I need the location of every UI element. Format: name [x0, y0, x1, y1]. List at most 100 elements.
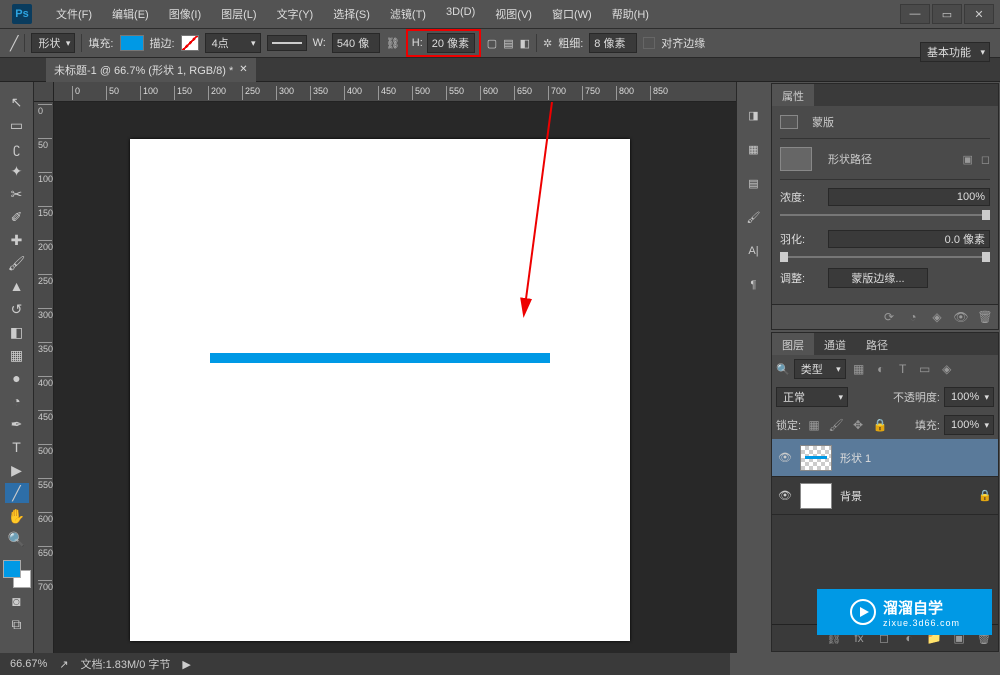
feather-input[interactable] [828, 230, 990, 248]
blur-tool[interactable]: ● [5, 368, 29, 388]
foreground-color[interactable] [3, 560, 21, 578]
paragraph-panel-icon[interactable]: ¶ [743, 276, 765, 294]
load-selection-icon[interactable]: ◔ [904, 309, 922, 325]
feather-slider[interactable] [780, 256, 990, 258]
filter-type-dropdown[interactable]: 类型 [794, 359, 846, 379]
filter-pixel-icon[interactable]: ▦ [850, 361, 868, 377]
filter-shape-icon[interactable]: ▭ [916, 361, 934, 377]
paths-tab[interactable]: 路径 [856, 333, 898, 355]
character-panel-icon[interactable]: A| [743, 242, 765, 260]
layer-item-background[interactable]: 👁 背景 🔒 [772, 477, 998, 515]
zoom-level[interactable]: 66.67% [10, 658, 47, 670]
eyedropper-tool[interactable]: ✐ [5, 207, 29, 227]
pen-tool[interactable]: ✒ [5, 414, 29, 434]
filter-smartobj-icon[interactable]: ◈ [938, 361, 956, 377]
close-tab-icon[interactable]: ✕ [239, 64, 247, 75]
shape-line[interactable] [210, 353, 550, 363]
canvas-viewport[interactable] [54, 102, 736, 653]
stroke-style-dropdown[interactable] [267, 35, 307, 51]
close-button[interactable]: ✕ [964, 4, 994, 24]
channels-tab[interactable]: 通道 [814, 333, 856, 355]
swatch-panel-icon[interactable]: ▤ [743, 174, 765, 192]
lock-position-icon[interactable]: ✥ [849, 417, 867, 433]
density-slider[interactable] [780, 214, 990, 216]
maximize-button[interactable]: ▭ [932, 4, 962, 24]
stroke-color-swatch[interactable] [181, 35, 199, 51]
invert-icon[interactable]: ⟳ [880, 309, 898, 325]
layers-tab[interactable]: 图层 [772, 333, 814, 355]
lock-paint-icon[interactable]: 🖌 [827, 417, 845, 433]
layer-thumbnail[interactable] [800, 445, 832, 471]
document-tab[interactable]: 未标题-1 @ 66.7% (形状 1, RGB/8) * ✕ [46, 58, 256, 82]
gear-icon[interactable]: ✲ [543, 37, 552, 50]
properties-tab[interactable]: 属性 [772, 84, 814, 106]
menu-filter[interactable]: 滤镜(T) [380, 6, 436, 22]
menu-3d[interactable]: 3D(D) [436, 6, 485, 22]
apply-icon[interactable]: ◈ [928, 309, 946, 325]
eraser-tool[interactable]: ◧ [5, 322, 29, 342]
menu-layer[interactable]: 图层(L) [211, 6, 266, 22]
delete-mask-icon[interactable]: 🗑 [976, 309, 994, 325]
healing-tool[interactable]: ✚ [5, 230, 29, 250]
screen-mode-toggle[interactable]: ⧉ [5, 614, 29, 634]
move-tool[interactable]: ↖ [5, 92, 29, 112]
workspace-selector[interactable]: 基本功能 [920, 42, 990, 62]
fill-opacity-input[interactable]: 100% [944, 415, 994, 435]
align-edges-checkbox[interactable] [643, 37, 655, 49]
menu-view[interactable]: 视图(V) [485, 6, 542, 22]
arrange-icon[interactable]: ◧ [520, 37, 530, 50]
pixel-mask-icon[interactable]: ▣ [962, 153, 972, 166]
crop-tool[interactable]: ✂ [5, 184, 29, 204]
toggle-mask-icon[interactable]: 👁 [952, 309, 970, 325]
menu-edit[interactable]: 编辑(E) [102, 6, 159, 22]
opacity-input[interactable]: 100% [944, 387, 994, 407]
brush-panel-icon[interactable]: 🖌 [743, 208, 765, 226]
doc-info[interactable]: 文档:1.83M/0 字节 [81, 656, 171, 672]
brush-tool[interactable]: 🖌 [5, 253, 29, 273]
status-arrow-icon[interactable]: ▶ [182, 658, 190, 671]
path-ops-icon[interactable]: ▢ [487, 37, 497, 50]
lasso-tool[interactable]: ʗ [5, 138, 29, 158]
marquee-tool[interactable]: ▭ [5, 115, 29, 135]
menu-type[interactable]: 文字(Y) [267, 6, 324, 22]
menu-image[interactable]: 图像(I) [159, 6, 211, 22]
stroke-width-dropdown[interactable]: 4点 [205, 33, 261, 53]
type-tool[interactable]: T [5, 437, 29, 457]
history-brush-tool[interactable]: ↺ [5, 299, 29, 319]
density-input[interactable] [828, 188, 990, 206]
shape-mode-dropdown[interactable]: 形状 [31, 33, 75, 53]
export-icon[interactable]: ↗ [59, 658, 68, 671]
visibility-icon[interactable]: 👁 [778, 451, 792, 464]
zoom-tool[interactable]: 🔍 [5, 529, 29, 549]
gradient-tool[interactable]: ▦ [5, 345, 29, 365]
height-input[interactable] [427, 33, 475, 53]
align-icon[interactable]: ▤ [503, 37, 513, 50]
visibility-icon[interactable]: 👁 [778, 489, 792, 502]
width-input[interactable] [332, 33, 380, 53]
wand-tool[interactable]: ✦ [5, 161, 29, 181]
menu-select[interactable]: 选择(S) [323, 6, 380, 22]
menu-file[interactable]: 文件(F) [46, 6, 102, 22]
fill-color-swatch[interactable] [120, 35, 144, 51]
weight-input[interactable] [589, 33, 637, 53]
dodge-tool[interactable]: ◔ [5, 391, 29, 411]
hand-tool[interactable]: ✋ [5, 506, 29, 526]
filter-type-icon[interactable]: T [894, 361, 912, 377]
menu-window[interactable]: 窗口(W) [542, 6, 602, 22]
lock-all-icon[interactable]: 🔒 [871, 417, 889, 433]
minimize-button[interactable]: — [900, 4, 930, 24]
history-panel-icon[interactable]: ◨ [743, 106, 765, 124]
link-icon[interactable]: ⛓ [386, 37, 400, 50]
lock-transparency-icon[interactable]: ▦ [805, 417, 823, 433]
color-panel-icon[interactable]: ▦ [743, 140, 765, 158]
menu-help[interactable]: 帮助(H) [602, 6, 659, 22]
filter-adjust-icon[interactable]: ◐ [872, 361, 890, 377]
line-tool[interactable]: ╱ [5, 483, 29, 503]
layer-item-shape1[interactable]: 👁 形状 1 [772, 439, 998, 477]
color-picker[interactable] [3, 560, 31, 588]
layer-thumbnail[interactable] [800, 483, 832, 509]
vector-mask-icon[interactable]: ◻ [981, 153, 990, 166]
path-select-tool[interactable]: ▶ [5, 460, 29, 480]
canvas[interactable] [130, 139, 630, 641]
quick-mask-toggle[interactable]: ◙ [5, 591, 29, 611]
